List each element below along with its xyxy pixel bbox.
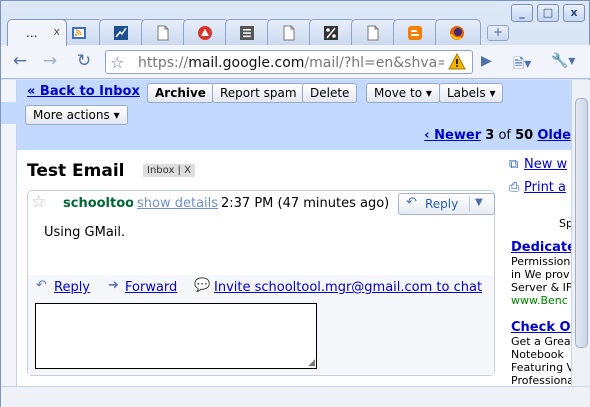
tab-page-1[interactable]	[141, 19, 187, 45]
list-icon	[240, 26, 254, 40]
sponsored-links-label: Sp	[559, 217, 571, 230]
address-bar[interactable]: ☆ https://mail.google.com/mail/?hl=en&sh…	[105, 50, 473, 74]
tab-puzzle[interactable]	[183, 19, 229, 45]
sponsored-ad[interactable]: Dedicate Permission in We prov Server & …	[511, 240, 571, 307]
reply-button-label: Reply	[425, 197, 459, 211]
forward-arrow-icon[interactable]: →	[39, 52, 61, 72]
action-bar: « Back to Inbox Archive Report spam Dele…	[17, 80, 571, 150]
page-menu-icon[interactable]: 🗎▾	[513, 53, 531, 77]
tab-blogger[interactable]	[393, 19, 439, 45]
new-window-icon: ⧉	[509, 157, 519, 172]
sender-name[interactable]: schooltool	[63, 196, 133, 211]
ad-line: Notebook	[511, 348, 564, 361]
ad-title[interactable]: Dedicate	[511, 240, 571, 255]
message-body: Using GMail.	[44, 225, 126, 240]
new-tab-button[interactable]: +	[487, 25, 509, 41]
ad-line: Professional	[511, 374, 571, 386]
new-window-link[interactable]: ⧉ New w	[509, 157, 567, 172]
back-to-inbox-link[interactable]: « Back to Inbox	[27, 84, 140, 99]
tab-title: ...	[26, 26, 38, 40]
reply-dropdown-icon[interactable]: ▼	[475, 197, 483, 208]
message-card: ☆ schooltool show details 2:37 PM (47 mi…	[27, 190, 495, 376]
gmail-page: « Back to Inbox Archive Report spam Dele…	[17, 80, 571, 386]
browser-toolbar: ← → ↻ ☆ https://mail.google.com/mail/?hl…	[1, 45, 590, 79]
left-gutter	[1, 80, 17, 386]
url-text[interactable]: https://mail.google.com/mail/?hl=en&shva…	[138, 55, 444, 71]
firefox-icon	[450, 26, 464, 40]
bookmark-star-icon[interactable]: ☆	[110, 53, 124, 72]
chat-bubble-icon: 💬	[194, 278, 211, 293]
pager-current: 3	[485, 128, 495, 143]
coupon-icon	[324, 26, 338, 40]
ad-line: Server & IF	[511, 281, 571, 294]
show-details-link[interactable]: show details	[137, 196, 218, 211]
puzzle-icon	[198, 26, 212, 40]
horizontal-scrollbar[interactable]	[1, 386, 590, 407]
email-subject: Test Email	[27, 161, 125, 181]
newer-link[interactable]: ‹ Newer	[424, 128, 481, 143]
security-warning-icon[interactable]	[448, 53, 466, 71]
tab-coupon[interactable]	[309, 19, 355, 45]
more-actions-button[interactable]: More actions ▾	[25, 105, 128, 125]
reply-arrow-icon: ↶	[406, 195, 417, 210]
ad-line: Get a Great	[511, 335, 571, 348]
report-spam-button[interactable]: Report spam	[212, 83, 305, 103]
ad-title[interactable]: Check Ou	[511, 320, 571, 335]
rss-feed-icon	[72, 27, 86, 39]
move-to-button[interactable]: Move to ▾	[366, 83, 440, 103]
archive-button[interactable]: Archive	[147, 83, 214, 103]
go-icon[interactable]: ▶	[481, 53, 492, 69]
pager-of: of	[498, 128, 511, 143]
reply-button[interactable]: ↶ Reply ▼	[398, 193, 495, 215]
reply-arrow-icon: ↶	[36, 278, 47, 293]
pager-total: 50	[515, 128, 534, 143]
star-icon[interactable]: ☆	[31, 192, 46, 212]
ad-url[interactable]: www.Benc	[511, 294, 571, 307]
wrench-menu-icon[interactable]: 🔧▾	[551, 53, 575, 69]
tab-list[interactable]	[225, 19, 271, 45]
message-time: 2:37 PM (47 minutes ago)	[221, 196, 390, 211]
scrollbar-thumb[interactable]	[575, 98, 588, 348]
quick-reply-box[interactable]: ◢	[35, 303, 317, 369]
print-link[interactable]: ⎙ Print a	[509, 180, 566, 195]
invite-to-chat-link[interactable]: Invite schooltool.mgr@gmail.com to chat	[214, 280, 482, 295]
tab-chart[interactable]	[99, 19, 145, 45]
sponsored-ad[interactable]: Check Ou Get a Great Notebook Featuring …	[511, 320, 571, 386]
ad-line: Featuring V	[511, 361, 571, 374]
reply-link[interactable]: Reply	[54, 280, 90, 295]
ad-line: Permission	[511, 255, 571, 268]
back-arrow-icon[interactable]: ←	[9, 52, 31, 72]
tab-firefox[interactable]	[435, 19, 481, 45]
inbox-label-chip[interactable]: Inbox | X	[143, 164, 195, 177]
pager: ‹ Newer 3 of 50 Olde	[424, 128, 571, 143]
forward-arrow-icon: ➜	[108, 278, 119, 293]
delete-button[interactable]: Delete	[302, 83, 358, 103]
reload-icon[interactable]: ↻	[73, 52, 95, 72]
tab-strip: ... x +	[1, 1, 590, 46]
forward-link[interactable]: Forward	[125, 280, 177, 295]
resize-grip-icon[interactable]: ◢	[308, 358, 315, 368]
message-actions: ↶ Reply ➜ Forward 💬 Invite schooltool.mg…	[28, 275, 494, 375]
blank-page-icon	[283, 25, 295, 41]
tab-gmail[interactable]: ... x	[7, 19, 67, 46]
message-header[interactable]: ☆ schooltool show details 2:37 PM (47 mi…	[28, 191, 495, 215]
tab-page-2[interactable]	[267, 19, 313, 45]
print-icon: ⎙	[509, 180, 520, 195]
tab-page-3[interactable]	[351, 19, 397, 45]
browser-window: _ □ x ... x + ← → ↻ ☆ https://mail.googl…	[0, 0, 590, 407]
vertical-scrollbar[interactable]	[571, 80, 590, 386]
ad-line: in We prov	[511, 268, 570, 281]
chart-icon	[114, 26, 128, 40]
blogger-icon	[408, 26, 422, 40]
tab-close-icon[interactable]: x	[53, 25, 60, 38]
older-link[interactable]: Olde	[537, 128, 571, 143]
blank-page-icon	[367, 25, 379, 41]
blank-page-icon	[157, 25, 169, 41]
labels-button[interactable]: Labels ▾	[439, 83, 504, 103]
